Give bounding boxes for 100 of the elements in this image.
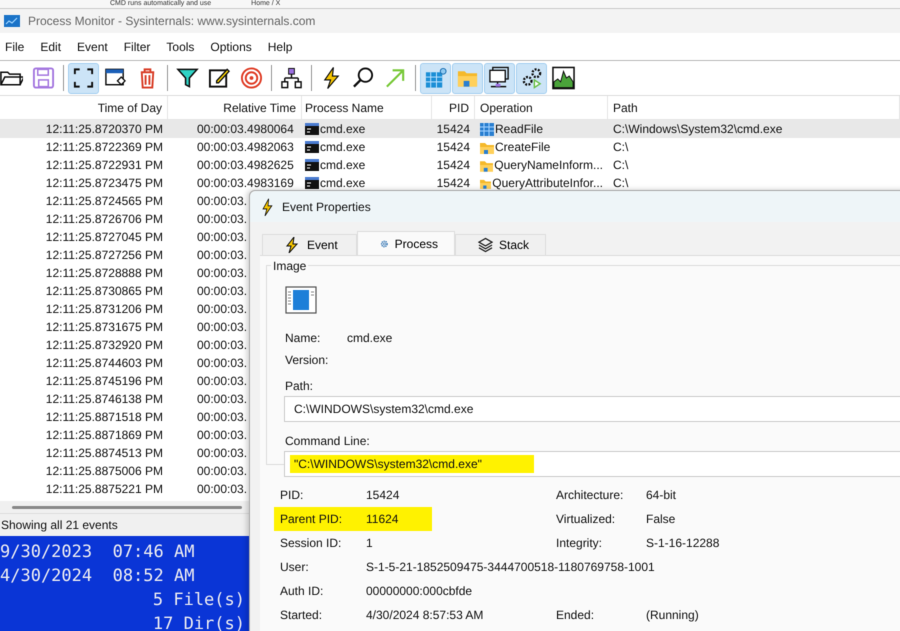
menu-item[interactable]: Help: [268, 40, 292, 54]
column-header[interactable]: PID: [432, 96, 475, 119]
column-header[interactable]: Process Name: [302, 96, 432, 119]
column-header[interactable]: Time of Day: [0, 96, 168, 119]
folder-icon: [480, 140, 494, 154]
table-cell: 00:00:03.: [197, 446, 248, 460]
field-label: Session ID:: [280, 536, 342, 550]
text-field[interactable]: C:\WINDOWS\system32\cmd.exe: [284, 396, 900, 422]
table-cell: 15424: [436, 158, 470, 172]
table-cell: 00:00:03.: [197, 266, 248, 280]
table-cell: 00:00:03.: [197, 374, 248, 388]
text-field[interactable]: "C:\WINDOWS\system32\cmd.exe": [284, 451, 900, 477]
field-label: Parent PID:: [280, 512, 344, 526]
table-cell: 12:11:25.8745196 PM: [46, 374, 163, 388]
menu-item[interactable]: File: [5, 40, 24, 54]
field-value: S-1-16-12288: [646, 536, 720, 550]
table-cell: 12:11:25.8732920 PM: [46, 338, 163, 352]
table-cell: cmd.exe: [320, 140, 366, 154]
table-cell: 15424: [436, 140, 470, 154]
toolbar-button[interactable]: [484, 62, 515, 94]
window-title: Process Monitor - Sysinternals: www.sysinternals.com: [28, 14, 316, 28]
console-icon: [305, 123, 319, 135]
menu-item[interactable]: Event: [77, 40, 108, 54]
table-row[interactable]: 12:11:25.8723475 PM 00:00:03.4983169 cmd.exe 15424 QueryAttributeInfor... C:\: [0, 174, 900, 192]
table-cell: cmd.exe: [320, 176, 366, 190]
table-cell: 00:00:03.: [197, 194, 248, 208]
table-cell: 12:11:25.8723475 PM: [46, 176, 163, 190]
table-row[interactable]: 12:11:25.8722931 PM 00:00:03.4982625 cmd.exe 15424 QueryNameInform... C:\: [0, 156, 900, 174]
field-label: Command Line:: [285, 434, 371, 448]
monitor-app-icon: [4, 15, 20, 27]
table-cell: 12:11:25.8724565 PM: [46, 194, 163, 208]
column-header[interactable]: Operation: [475, 96, 608, 119]
table-cell: 00:00:03.: [197, 428, 248, 442]
layers-icon: [478, 237, 493, 253]
field-value: 64-bit: [646, 488, 676, 502]
lightning-icon: [260, 198, 274, 216]
table-cell: CreateFile: [495, 140, 550, 154]
table-row[interactable]: 12:11:25.8722369 PM 00:00:03.4982063 cmd.exe 15424 CreateFile C:\: [0, 138, 900, 156]
field-label: Name:: [285, 331, 322, 345]
table-cell: 15424: [436, 122, 470, 136]
console-line: 17 Dir(s): [152, 613, 246, 631]
table-cell: 00:00:03.4982063: [197, 140, 294, 154]
column-header[interactable]: Relative Time: [168, 96, 302, 119]
field-value: C:\WINDOWS\system32\cmd.exe: [293, 401, 474, 418]
column-header[interactable]: Path: [608, 96, 900, 119]
field-value: cmd.exe: [347, 331, 392, 345]
menu-item[interactable]: Filter: [124, 40, 150, 54]
tab[interactable]: Event: [262, 234, 357, 255]
table-cell: 00:00:03.: [197, 464, 248, 478]
table-cell: C:\: [613, 140, 628, 154]
console-icon: [305, 159, 319, 171]
field-label: Integrity:: [556, 536, 604, 550]
field-value: 11624: [366, 512, 398, 526]
field-value: (Running): [646, 608, 699, 622]
table-cell: 00:00:03.: [197, 284, 248, 298]
toolbar-button[interactable]: [68, 62, 99, 94]
menu-item[interactable]: Tools: [166, 40, 194, 54]
table-cell: 12:11:25.8875221 PM: [46, 482, 163, 496]
table-cell: 00:00:03.: [197, 482, 248, 496]
table-cell: QueryAttributeInfor...: [492, 176, 603, 190]
table-cell: 00:00:03.: [197, 230, 248, 244]
tab[interactable]: Stack: [455, 234, 546, 255]
table-cell: 12:11:25.8731206 PM: [46, 302, 163, 316]
area-graph-icon: [552, 66, 575, 90]
console-line: 9/30/2023 07:46 AM: [0, 541, 196, 564]
table-cell: 00:00:03.: [197, 212, 248, 226]
application-icon: [285, 286, 317, 314]
table-cell: 00:00:03.: [197, 410, 248, 424]
field-value: False: [646, 512, 676, 526]
toolbar-button[interactable]: [516, 62, 547, 94]
table-row[interactable]: 12:11:25.8720370 PM 00:00:03.4980064 cmd.exe 15424 ReadFile C:\Windows\System32\cmd.exe: [0, 120, 900, 138]
field-value: 4/30/2024 8:57:53 AM: [366, 608, 484, 622]
grid-icon: [480, 122, 494, 136]
console-icon: [305, 141, 319, 153]
field-label: Architecture:: [556, 488, 624, 502]
table-cell: 12:11:25.8722369 PM: [46, 140, 163, 154]
table-cell: 15424: [436, 176, 470, 190]
tab[interactable]: Process: [357, 231, 455, 255]
highlighted-text: "C:\WINDOWS\system32\cmd.exe": [290, 455, 534, 473]
menu-item[interactable]: Options: [210, 40, 252, 54]
table-cell: 00:00:03.4980064: [197, 122, 294, 136]
table-cell: 00:00:03.: [197, 320, 248, 334]
scrollbar-thumb[interactable]: [12, 506, 242, 508]
table-cell: 12:11:25.8746138 PM: [46, 392, 163, 406]
field-label: Path:: [285, 379, 314, 393]
field-label: Auth ID:: [280, 584, 324, 598]
folder-icon: [480, 158, 494, 172]
table-cell: QueryNameInform...: [494, 158, 603, 172]
table-cell: 12:11:25.8871869 PM: [46, 428, 163, 442]
menu-item[interactable]: Edit: [40, 40, 62, 54]
field-label: PID:: [280, 488, 304, 502]
table-cell: 12:11:25.8727045 PM: [46, 230, 163, 244]
table-cell: ReadFile: [495, 122, 544, 136]
group-title: Image: [271, 259, 308, 273]
gears-icon: [520, 66, 543, 90]
tree-diagram-icon: [280, 66, 303, 90]
table-cell: 12:11:25.8726706 PM: [46, 212, 163, 226]
table-cell: C:\: [613, 158, 628, 172]
network-monitors-icon: [488, 66, 511, 90]
table-cell: 12:11:25.8871518 PM: [46, 410, 163, 424]
